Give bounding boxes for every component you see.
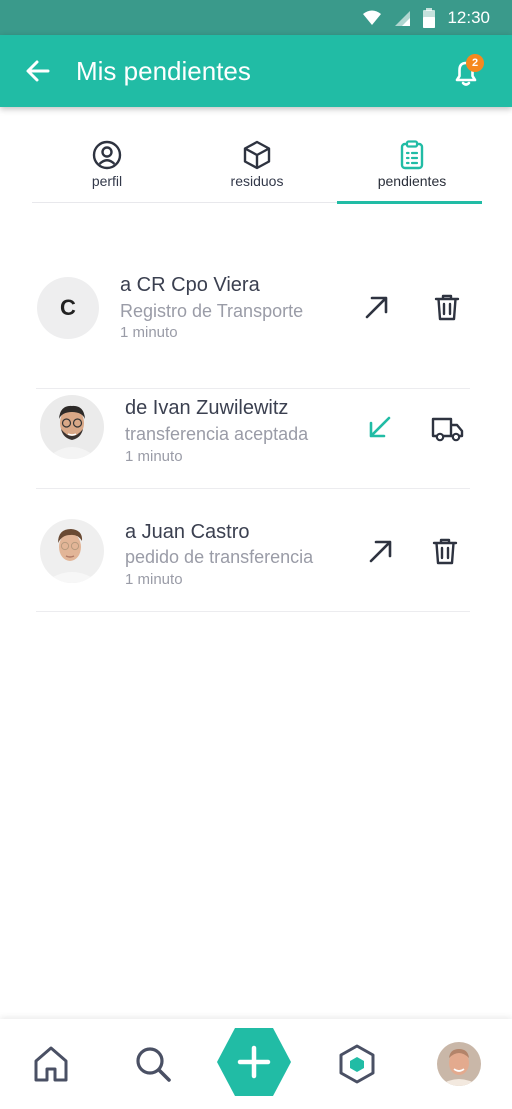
avatar: [40, 519, 104, 583]
item-title: de Ivan Zuwilewitz: [125, 397, 289, 419]
item-title: a Juan Castro: [125, 521, 250, 543]
arrow-up-right-icon: [365, 296, 388, 319]
item-title: a CR Cpo Viera: [120, 274, 260, 296]
app-bar: Mis pendientes 2: [0, 35, 512, 107]
profile-avatar[interactable]: [437, 1042, 481, 1086]
tab-bar: perfil residuos pendientes: [32, 130, 482, 204]
home-icon[interactable]: [32, 1044, 70, 1084]
tab-label: perfil: [91, 173, 123, 189]
battery-icon: [423, 8, 436, 28]
tab-label: residuos: [230, 173, 284, 189]
item-subtitle: pedido de transferencia: [125, 547, 314, 567]
item-time: 1 minuto: [120, 324, 178, 341]
trash-icon[interactable]: [432, 292, 462, 322]
signal-icon: [395, 11, 411, 26]
box-icon: [243, 140, 271, 170]
add-hexagon-button[interactable]: [215, 1026, 293, 1098]
clipboard-list-icon: [400, 140, 424, 170]
arrow-down-left-icon: [369, 416, 391, 438]
status-bar: 12:30: [0, 0, 512, 35]
status-time: 12:30: [447, 8, 490, 27]
tab-label: pendientes: [377, 173, 447, 189]
item-subtitle: Registro de Transporte: [120, 301, 304, 321]
truck-icon[interactable]: [431, 414, 465, 444]
avatar: C: [37, 277, 99, 339]
bottom-nav: [0, 1019, 512, 1109]
search-icon[interactable]: [133, 1044, 173, 1084]
notification-badge: 2: [466, 54, 484, 72]
tab-perfil[interactable]: perfil: [32, 130, 182, 202]
wifi-icon: [363, 10, 382, 25]
trash-icon[interactable]: [430, 536, 460, 566]
tab-pendientes[interactable]: pendientes: [337, 130, 487, 204]
item-time: 1 minuto: [125, 571, 183, 588]
arrow-up-right-icon: [369, 540, 392, 563]
item-subtitle: transferencia aceptada: [125, 424, 309, 444]
list-item[interactable]: de Ivan Zuwilewitz transferencia aceptad…: [36, 366, 470, 489]
sync-icon[interactable]: [336, 1043, 378, 1085]
tab-residuos[interactable]: residuos: [182, 130, 332, 202]
list-item[interactable]: a Juan Castro pedido de transferencia 1 …: [36, 489, 470, 612]
user-circle-icon: [92, 140, 122, 170]
item-time: 1 minuto: [125, 448, 183, 465]
page-title: Mis pendientes: [76, 56, 251, 86]
avatar: [40, 395, 104, 459]
back-arrow-icon[interactable]: [24, 57, 52, 85]
